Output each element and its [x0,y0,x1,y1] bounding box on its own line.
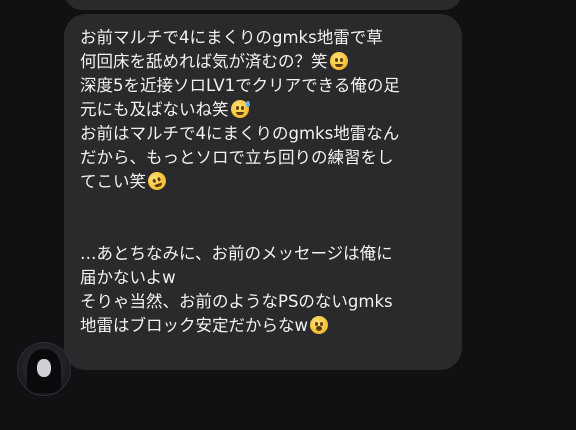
message-line: お前はマルチで4にまくりのgmks地雷なん [80,124,400,143]
grinning-sweat-emoji-icon [230,100,250,118]
rolling-laughing-emoji-icon [145,169,169,193]
yawning-face-emoji-icon [310,316,328,334]
message-line: 何回床を舐めれば気が済むの？笑 [80,50,446,74]
message-line: だから、もっとソロで立ち回りの練習をし [80,148,394,167]
message-line: …あとちなみに、お前のメッセージは俺に [80,244,393,263]
message-line: お前マルチで4にまくりのgmks地雷で草 [80,28,383,47]
avatar-face [37,359,51,377]
pleading-face-emoji-icon [329,52,348,70]
message-line: 地雷はブロック安定だからなw [80,314,446,338]
received-message-bubble[interactable]: お前マルチで4にまくりのgmks地雷で草 何回床を舐めれば気が済むの？笑 深度5… [64,14,462,370]
previous-message-bubble[interactable] [64,0,462,10]
sender-avatar[interactable] [17,342,71,396]
message-line: 届かないよw [80,268,176,287]
message-line: そりゃ当然、お前のようなPSのないgmks [80,292,393,311]
message-line: 深度5を近接ソロLV1でクリアできる俺の足 [80,76,400,95]
chat-thread: お前マルチで4にまくりのgmks地雷で草 何回床を舐めれば気が済むの？笑 深度5… [0,0,576,430]
message-line: 元にも及ばないね笑 [80,98,446,122]
message-line: てこい笑 [80,169,446,194]
